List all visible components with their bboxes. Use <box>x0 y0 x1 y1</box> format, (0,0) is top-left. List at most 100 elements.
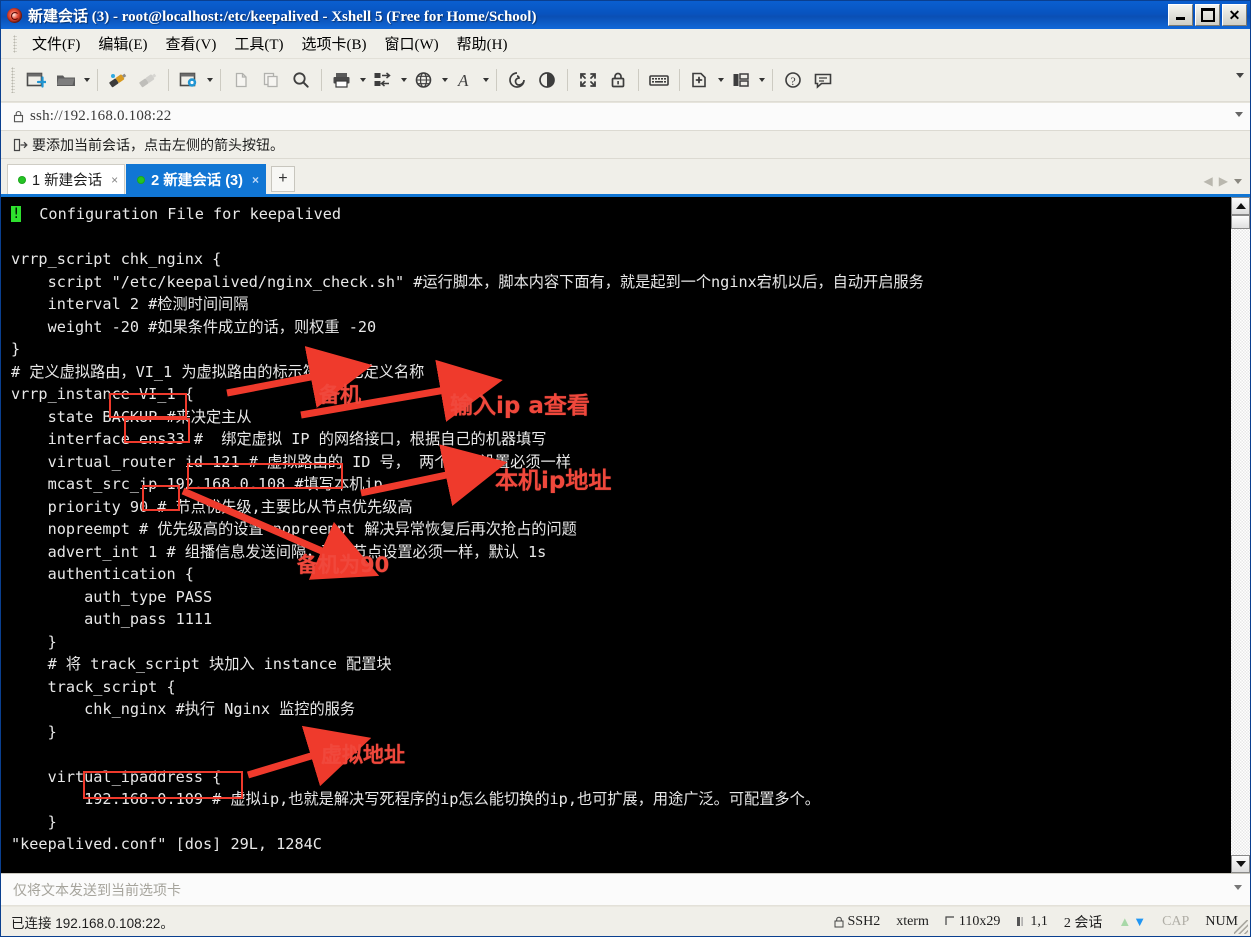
tab-session-2[interactable]: 2 新建会话 (3) × <box>126 164 266 194</box>
feedback-icon[interactable] <box>808 65 838 95</box>
connection-status: 已连接 192.168.0.108:22。 <box>11 915 174 931</box>
tab-status-dot <box>18 175 26 184</box>
toolbar-grip[interactable] <box>11 67 15 93</box>
send-bar-dropdown-icon[interactable] <box>1234 885 1242 890</box>
help-icon[interactable]: ? <box>778 65 808 95</box>
scroll-down-button[interactable] <box>1231 855 1250 873</box>
add-tab-dropdown-icon[interactable] <box>715 65 726 95</box>
fullscreen-icon[interactable] <box>573 65 603 95</box>
open-folder-dropdown-icon[interactable] <box>81 65 92 95</box>
find-icon[interactable] <box>286 65 316 95</box>
menu-grip[interactable] <box>13 34 17 53</box>
menu-file[interactable]: 文件(F) <box>23 30 89 57</box>
scroll-thumb[interactable] <box>1231 215 1250 229</box>
tab-session-1[interactable]: 1 新建会话 × <box>7 164 126 194</box>
status-right-group: SSH2 xterm 110x29 1,1 2 会话 ▲ ▼ CAP NUM <box>834 907 1238 936</box>
print-icon[interactable] <box>327 65 357 95</box>
toolbar-overflow-icon[interactable] <box>1236 73 1244 78</box>
terminal-area: Configuration File for keepalived vrrp_sc… <box>1 197 1250 873</box>
open-folder-icon[interactable] <box>51 65 81 95</box>
terminal-line: script "/etc/keepalived/nginx_check.sh" … <box>11 272 924 291</box>
terminal-scrollbar[interactable] <box>1230 197 1250 873</box>
session-properties-icon[interactable] <box>174 65 204 95</box>
lock-small-icon <box>834 916 844 927</box>
minimize-button[interactable] <box>1168 4 1193 26</box>
send-to-tab-bar[interactable]: 仅将文本发送到当前选项卡 <box>1 873 1250 906</box>
address-dropdown-icon[interactable] <box>1235 112 1243 117</box>
status-cap: CAP <box>1162 913 1190 929</box>
terminal-line: interval 2 #检测时间间隔 <box>11 295 249 313</box>
hint-bar: 要添加当前会话，点击左侧的箭头按钮。 <box>1 131 1250 159</box>
record-icon[interactable] <box>532 65 562 95</box>
menu-help[interactable]: 帮助(H) <box>448 30 517 57</box>
menu-tabs[interactable]: 选项卡(B) <box>292 30 375 57</box>
font-icon[interactable]: A <box>450 65 480 95</box>
layout-icon[interactable] <box>726 65 756 95</box>
close-button[interactable]: ✕ <box>1222 4 1247 26</box>
terminal-line: } <box>11 812 57 831</box>
tab-label: 2 新建会话 (3) <box>151 173 243 189</box>
maximize-button[interactable] <box>1195 4 1220 26</box>
scroll-up-button[interactable] <box>1231 197 1250 215</box>
tab-prev-icon[interactable]: ◀ <box>1204 174 1213 188</box>
terminal-line: } <box>11 340 21 358</box>
keyboard-icon[interactable] <box>644 65 674 95</box>
toolbar-separator <box>567 69 568 91</box>
font-dropdown-icon[interactable] <box>480 65 491 95</box>
cursor-small-icon <box>1017 917 1024 926</box>
svg-text:?: ? <box>790 74 795 88</box>
terminal-line: auth_pass 1111 <box>11 610 213 628</box>
window-title: 新建会话 (3) - root@localhost:/etc/keepalive… <box>28 8 537 25</box>
resize-small-icon <box>945 916 954 925</box>
browser-dropdown-icon[interactable] <box>439 65 450 95</box>
session-properties-dropdown-icon[interactable] <box>204 65 215 95</box>
paste-icon[interactable] <box>256 65 286 95</box>
new-session-icon[interactable] <box>21 65 51 95</box>
terminal-cursor <box>11 203 21 226</box>
layout-dropdown-icon[interactable] <box>756 65 767 95</box>
hint-text: 要添加当前会话，点击左侧的箭头按钮。 <box>32 136 284 153</box>
tab-close-icon[interactable]: × <box>252 173 259 187</box>
lock-icon[interactable] <box>603 65 633 95</box>
app-icon <box>6 7 23 24</box>
menu-tools[interactable]: 工具(T) <box>225 30 292 57</box>
tab-status-dot <box>137 175 146 184</box>
address-input[interactable]: ssh://192.168.0.108:22 <box>30 108 172 125</box>
tab-bar: 1 新建会话 × 2 新建会话 (3) × + ◀ ▶ <box>1 159 1250 197</box>
browser-icon[interactable] <box>409 65 439 95</box>
tab-list-dropdown-icon[interactable] <box>1234 178 1242 184</box>
menu-edit[interactable]: 编辑(E) <box>89 30 156 57</box>
toolbar-separator <box>97 69 98 91</box>
terminal-line: vrrp_instance VI_1 { <box>11 385 194 403</box>
disconnect-icon[interactable] <box>133 65 163 95</box>
connect-icon[interactable] <box>103 65 133 95</box>
terminal-line: authentication { <box>11 565 194 583</box>
terminal-line: # 定义虚拟路由，VI_1 为虚拟路由的标示符，自己定义名称 <box>11 362 425 381</box>
menu-view[interactable]: 查看(V) <box>157 30 226 57</box>
tab-next-icon[interactable]: ▶ <box>1219 174 1228 188</box>
status-transfer-arrows: ▲ ▼ <box>1118 914 1146 930</box>
terminal-line: # 将 track_script 块加入 instance 配置块 <box>11 655 392 673</box>
download-arrow-icon: ▼ <box>1133 913 1147 929</box>
menu-window[interactable]: 窗口(W) <box>375 30 447 57</box>
copy-icon[interactable] <box>226 65 256 95</box>
transfer-dropdown-icon[interactable] <box>398 65 409 95</box>
terminal-line: weight -20 #如果条件成立的话，则权重 -20 <box>11 317 377 336</box>
toolbar-separator <box>321 69 322 91</box>
print-dropdown-icon[interactable] <box>357 65 368 95</box>
terminal-screen[interactable]: Configuration File for keepalived vrrp_sc… <box>1 197 1230 873</box>
log-icon[interactable] <box>502 65 532 95</box>
address-bar[interactable]: ssh://192.168.0.108:22 <box>1 102 1250 131</box>
lock-icon <box>13 110 24 123</box>
terminal-line: advert_int 1 # 组播信息发送间隔，两个节点设置必须一样，默认 1s <box>11 542 547 561</box>
toolbar: A ? <box>1 59 1250 102</box>
resize-grip[interactable] <box>1234 920 1248 934</box>
menu-bar: 文件(F) 编辑(E) 查看(V) 工具(T) 选项卡(B) 窗口(W) 帮助(… <box>1 29 1250 59</box>
transfer-icon[interactable] <box>368 65 398 95</box>
add-tab-icon[interactable] <box>685 65 715 95</box>
new-tab-button[interactable]: + <box>270 166 295 192</box>
tab-close-icon[interactable]: × <box>111 173 118 187</box>
terminal-line: } <box>11 632 57 651</box>
terminal-text: Configuration File for keepalived vrrp_sc… <box>11 203 1230 856</box>
